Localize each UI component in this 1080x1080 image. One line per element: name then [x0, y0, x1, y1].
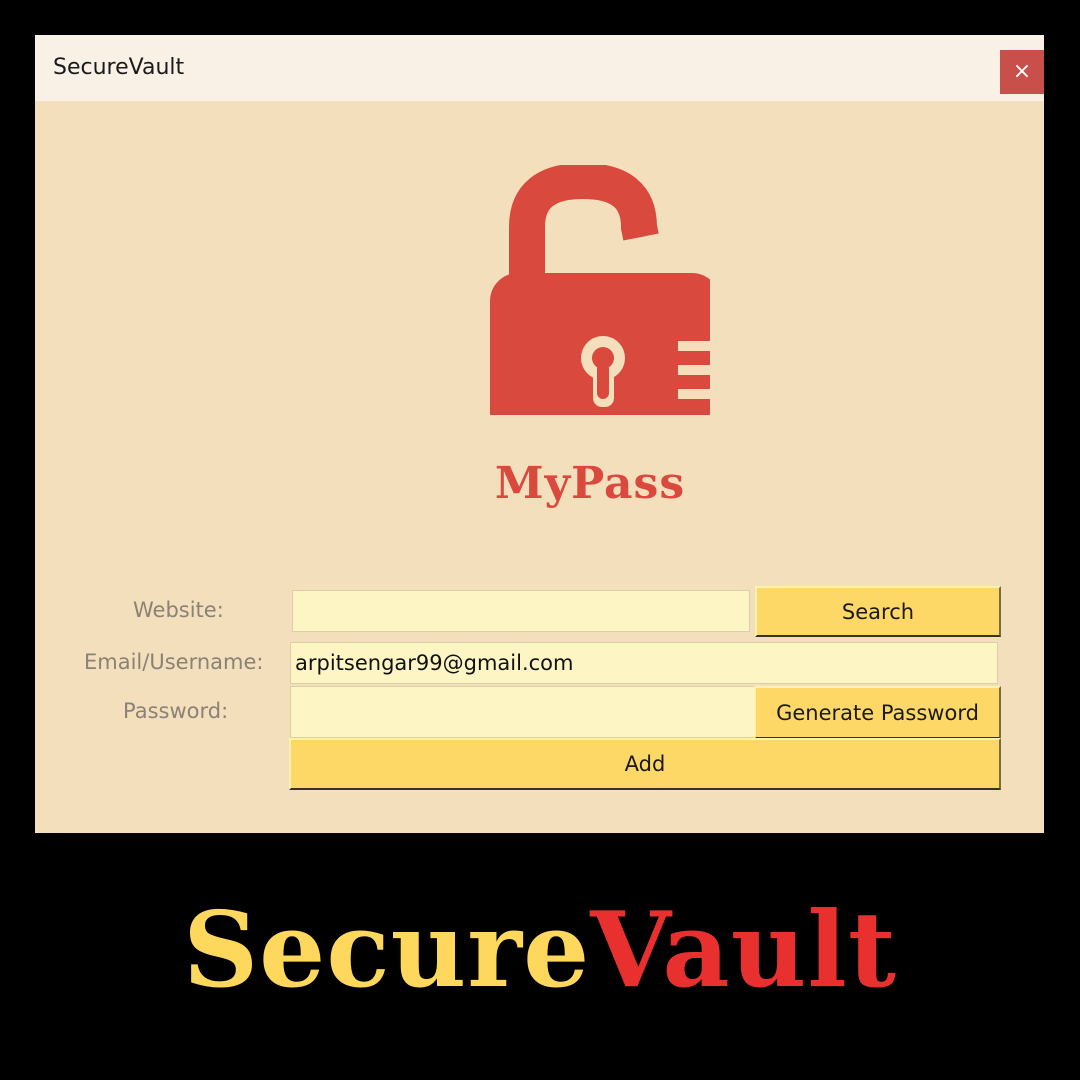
add-button[interactable]: Add: [289, 738, 1001, 790]
generate-password-button[interactable]: Generate Password: [754, 686, 1001, 739]
email-label: Email/Username:: [84, 650, 264, 674]
password-label: Password:: [123, 699, 229, 723]
banner-title-vault: Vault: [590, 888, 897, 1011]
banner-title: SecureVault: [0, 890, 1080, 1010]
title-bar[interactable]: SecureVault ×: [35, 35, 1044, 101]
email-input[interactable]: arpitsengar99@gmail.com: [290, 642, 998, 684]
window-title: SecureVault: [53, 55, 185, 80]
search-button[interactable]: Search: [755, 586, 1001, 637]
website-label: Website:: [133, 598, 224, 622]
logo-text: MyPass: [494, 458, 686, 509]
password-input[interactable]: [290, 686, 755, 738]
close-button[interactable]: ×: [1000, 50, 1044, 94]
open-padlock-icon: [490, 165, 710, 415]
app-window: SecureVault × MyPass Website: Search Ema…: [35, 35, 1044, 833]
banner-title-secure: Secure: [183, 888, 591, 1011]
website-input[interactable]: [292, 590, 750, 632]
